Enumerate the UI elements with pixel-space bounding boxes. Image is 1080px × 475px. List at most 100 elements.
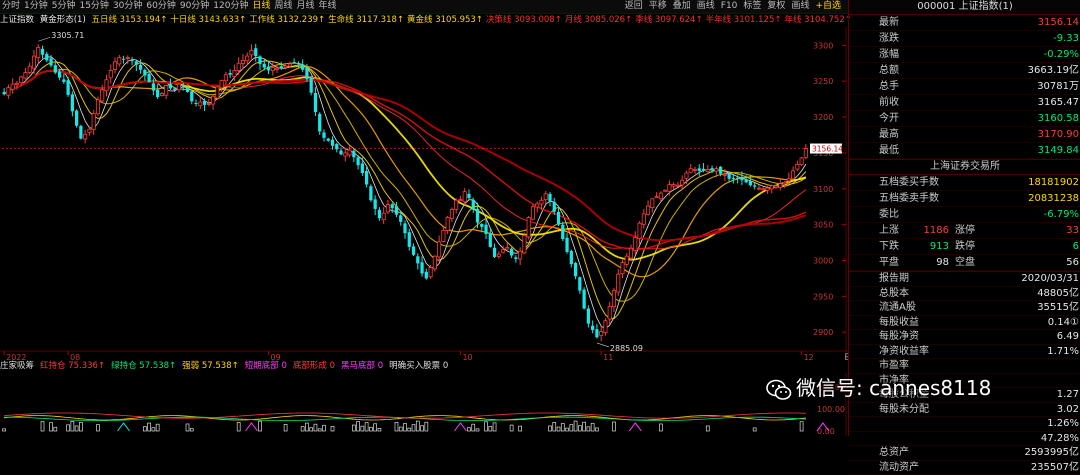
toolbar-action-5[interactable]: 标签: [740, 0, 764, 13]
wechat-icon: [766, 379, 792, 401]
toolbar-action-1[interactable]: 平移: [646, 0, 670, 13]
y-tick-label: 3200: [813, 113, 833, 122]
candle: [24, 68, 27, 80]
toolbar-action-2[interactable]: 叠加: [670, 0, 694, 13]
indicator-name[interactable]: 黄金形态(1): [40, 15, 86, 25]
x-tick-label: 11: [603, 353, 613, 360]
toolbar-action-6[interactable]: 复权: [764, 0, 788, 13]
candle: [194, 100, 197, 107]
row-key: 涨幅: [879, 47, 899, 62]
candle: [796, 161, 799, 172]
period-tab-6[interactable]: 90分钟: [178, 0, 211, 13]
row-value: -9.33: [1053, 31, 1079, 46]
volume-indicator-chart[interactable]: 200.00100.000.00: [0, 373, 848, 436]
candle: [203, 98, 206, 111]
ma-legend-item: 黄金线 3105.953↑: [407, 15, 483, 25]
toolbar-action-7[interactable]: 画线: [788, 0, 812, 13]
breadth-value: 1186: [909, 223, 949, 238]
fundamental-key: 总资产: [879, 446, 909, 460]
ma-legend-item: 五日线 3153.194↑: [91, 15, 167, 25]
candle: [105, 75, 108, 97]
candle: [54, 63, 57, 75]
accumulation-bar: [421, 426, 424, 431]
candle: [169, 79, 172, 90]
candle: [318, 112, 321, 135]
candle: [66, 77, 69, 97]
period-tab-2[interactable]: 5分钟: [50, 0, 78, 13]
toolbar-action-4[interactable]: F10: [718, 0, 741, 13]
candle: [361, 157, 364, 176]
candle: [693, 167, 696, 174]
accumulation-bar: [237, 422, 240, 431]
candle: [45, 52, 48, 63]
period-tab-9[interactable]: 周线: [273, 0, 295, 13]
row-value: 30781万: [1037, 79, 1079, 94]
ma-legend-item: 季线 3097.624↑: [635, 15, 702, 25]
fundamental-value: 235507亿: [1031, 461, 1079, 475]
toolbar-action-3[interactable]: 画线: [694, 0, 718, 13]
candle: [510, 247, 513, 258]
candle: [612, 288, 615, 312]
period-tab-3[interactable]: 15分钟: [77, 0, 110, 13]
toolbar-action-8[interactable]: +自选: [812, 0, 844, 13]
candle: [608, 302, 611, 325]
candle: [416, 253, 419, 269]
candle: [84, 130, 87, 144]
accumulation-bar: [50, 423, 53, 431]
sub-legend-item: 黑马底部 0: [341, 361, 383, 371]
accumulation-bar: [331, 426, 334, 431]
accumulation-bar: [476, 429, 479, 431]
candlestick-chart[interactable]: 3300325032003150310030503000295029002022…: [0, 27, 848, 360]
accumulation-bar: [301, 427, 304, 431]
accumulation-bar: [143, 427, 146, 431]
quote-row: 最低3149.84: [849, 143, 1080, 159]
candle: [770, 185, 773, 194]
fundamental-row: 每股收益0.14①: [849, 316, 1080, 331]
period-tab-11[interactable]: 年线: [317, 0, 339, 13]
quote-panel: 000001 上证指数(1) 最新3156.14涨跌-9.33涨幅-0.29%总…: [848, 0, 1080, 436]
accumulation-bar: [412, 425, 415, 431]
quote-row: 总额3663.19亿: [849, 63, 1080, 79]
accumulation-bar: [369, 427, 372, 431]
candle: [96, 97, 99, 116]
price-annotation: 3305.71: [51, 31, 84, 40]
row-value: 20831238: [1028, 191, 1079, 206]
candle: [378, 207, 381, 221]
period-tab-5[interactable]: 60分钟: [144, 0, 177, 13]
ma-legend-item: 工作线 3132.239↑: [249, 15, 325, 25]
period-tab-0[interactable]: 分时: [0, 0, 22, 13]
accumulation-bar: [557, 427, 560, 431]
accumulation-bar: [800, 422, 803, 431]
period-tab-7[interactable]: 120分钟: [211, 0, 250, 13]
breadth-key: 下跌: [879, 239, 899, 254]
toolbar-action-0[interactable]: 返回: [622, 0, 646, 13]
candle: [11, 78, 14, 93]
period-tab-8[interactable]: 日线: [250, 0, 272, 13]
candle: [523, 233, 526, 254]
period-tab-4[interactable]: 30分钟: [111, 0, 144, 13]
quote-row: 涨幅-0.29%: [849, 47, 1080, 63]
x-tick-label: 10: [462, 353, 472, 360]
accumulation-bar: [378, 428, 381, 431]
period-tab-10[interactable]: 月线: [295, 0, 317, 13]
quote-row: 总手30781万: [849, 79, 1080, 95]
ma-legend-item: 十日线 3143.633↑: [170, 15, 246, 25]
sub-legend-item: 强弱 57.538↑: [182, 361, 239, 371]
breadth-key: 上涨: [879, 223, 899, 238]
candle: [216, 86, 219, 100]
accumulation-bar: [425, 422, 428, 431]
candle: [267, 61, 270, 74]
breadth-key2: 跌停: [955, 239, 975, 254]
accumulation-bar: [305, 423, 308, 431]
fundamental-key: 每股未分配: [879, 403, 929, 417]
breadth-key: 平盘: [879, 255, 899, 270]
breadth-value: 98: [909, 255, 949, 270]
candle: [135, 60, 138, 71]
candle: [621, 260, 624, 278]
candle: [531, 204, 534, 220]
period-tab-1[interactable]: 1分钟: [22, 0, 50, 13]
candle: [433, 255, 436, 271]
accumulation-bar: [352, 425, 355, 431]
candle: [327, 138, 330, 142]
sub-legend-item: 红持仓 75.336↑: [40, 361, 105, 371]
